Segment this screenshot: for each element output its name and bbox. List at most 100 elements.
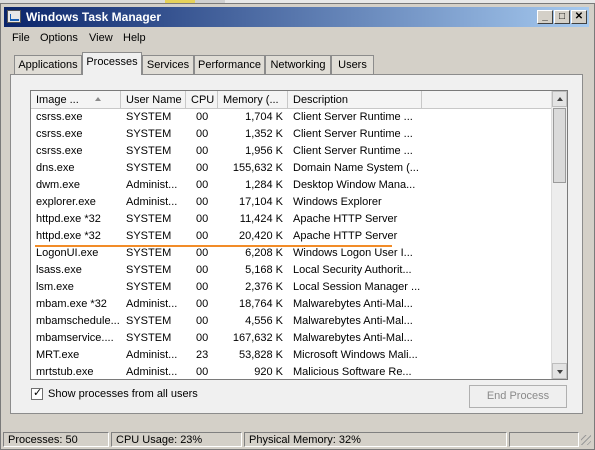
highlight-underline	[35, 245, 392, 247]
table-row[interactable]: dwm.exe Administ... 00 1,284 K Desktop Windo…	[31, 177, 551, 194]
cell-description: Domain Name System (...	[293, 162, 419, 174]
resize-grip-icon[interactable]	[581, 435, 591, 445]
column-image-name[interactable]: Image ...	[31, 91, 121, 108]
sort-ascending-icon	[95, 97, 101, 101]
cell-image-name: mrtstub.exe	[36, 366, 94, 378]
show-all-users-label[interactable]: Show processes from all users	[48, 388, 198, 400]
table-row[interactable]: dns.exe SYSTEM 00 155,632 K Domain Name Syst…	[31, 160, 551, 177]
cell-memory: 167,632 K	[232, 332, 283, 344]
table-row[interactable]: mrtstub.exe Administ... 00 920 K Malicious S…	[31, 364, 551, 379]
cell-description: Apache HTTP Server	[293, 230, 398, 242]
cell-user-name: SYSTEM	[126, 162, 172, 174]
menu-view[interactable]: View	[89, 32, 113, 44]
tab-users[interactable]: Users	[331, 55, 374, 74]
column-cpu[interactable]: CPU	[186, 91, 218, 108]
table-row[interactable]: mbamservice.... SYSTEM 00 167,632 K Malwareb…	[31, 330, 551, 347]
menu-help[interactable]: Help	[123, 32, 146, 44]
table-row[interactable]: httpd.exe *32 SYSTEM 00 11,424 K Apache HTTP…	[31, 211, 551, 228]
status-bar: Processes: 50 CPU Usage: 23% Physical Me…	[3, 432, 592, 447]
cell-cpu: 00	[196, 298, 209, 310]
table-row[interactable]: MRT.exe Administ... 23 53,828 K Microsoft Wi…	[31, 347, 551, 364]
column-user-name[interactable]: User Name	[121, 91, 186, 108]
menu-options[interactable]: Options	[40, 32, 78, 44]
cell-user-name: SYSTEM	[126, 230, 172, 242]
cell-user-name: SYSTEM	[126, 264, 172, 276]
cell-cpu: 00	[196, 230, 209, 242]
table-row[interactable]: lsm.exe SYSTEM 00 2,376 K Local Session Mana…	[31, 279, 551, 296]
cell-cpu: 00	[196, 179, 209, 191]
vertical-scrollbar[interactable]	[551, 91, 567, 379]
status-empty-pane	[509, 432, 579, 447]
tab-services[interactable]: Services	[142, 55, 194, 74]
scroll-thumb[interactable]	[553, 108, 566, 183]
title-bar[interactable]: Windows Task Manager _ □ ✕	[4, 7, 589, 27]
cell-user-name: Administ...	[126, 298, 178, 310]
cell-image-name: mbam.exe *32	[36, 298, 107, 310]
cell-user-name: SYSTEM	[126, 315, 172, 327]
cell-description: Windows Explorer	[293, 196, 382, 208]
status-processes: Processes: 50	[3, 432, 109, 447]
scroll-up-button[interactable]	[552, 91, 567, 107]
cell-user-name: Administ...	[126, 366, 178, 378]
end-process-button[interactable]: End Process	[469, 385, 567, 408]
cell-memory: 4,556 K	[245, 315, 283, 327]
table-row[interactable]: csrss.exe SYSTEM 00 1,956 K Client Server Ru…	[31, 143, 551, 160]
cell-memory: 1,352 K	[245, 128, 283, 140]
cell-description: Apache HTTP Server	[293, 213, 398, 225]
show-all-users-checkbox[interactable]	[31, 386, 43, 400]
table-row[interactable]: mbamschedule... SYSTEM 00 4,556 K Malwarebyt…	[31, 313, 551, 330]
cell-memory: 5,168 K	[245, 264, 283, 276]
table-row[interactable]: httpd.exe *32 SYSTEM 00 20,420 K Apache HTTP…	[31, 228, 551, 245]
menu-file[interactable]: File	[12, 32, 30, 44]
cell-description: Desktop Window Mana...	[293, 179, 416, 191]
cell-memory: 17,104 K	[238, 196, 283, 208]
process-list[interactable]: Image ... User Name CPU Memory (... Desc…	[30, 90, 568, 380]
cell-description: Malwarebytes Anti-Mal...	[293, 298, 413, 310]
column-memory[interactable]: Memory (...	[218, 91, 288, 108]
task-manager-icon	[7, 10, 21, 23]
tab-networking[interactable]: Networking	[265, 55, 331, 74]
close-button[interactable]: ✕	[571, 10, 587, 24]
cell-image-name: csrss.exe	[36, 128, 83, 140]
cell-description: Malwarebytes Anti-Mal...	[293, 332, 413, 344]
cell-image-name: LogonUI.exe	[36, 247, 99, 259]
cell-cpu: 23	[196, 349, 209, 361]
tab-processes[interactable]: Processes	[82, 52, 142, 75]
table-row[interactable]: csrss.exe SYSTEM 00 1,352 K Client Server Ru…	[31, 126, 551, 143]
status-cpu-usage: CPU Usage: 23%	[111, 432, 242, 447]
table-row[interactable]: csrss.exe SYSTEM 00 1,704 K Client Server Ru…	[31, 109, 551, 126]
cell-user-name: SYSTEM	[126, 145, 172, 157]
cell-image-name: csrss.exe	[36, 145, 83, 157]
cell-image-name: explorer.exe	[36, 196, 96, 208]
scroll-down-button[interactable]	[552, 363, 567, 379]
table-row[interactable]: lsass.exe SYSTEM 00 5,168 K Local Security A…	[31, 262, 551, 279]
cell-memory: 20,420 K	[238, 230, 283, 242]
cell-cpu: 00	[196, 213, 209, 225]
minimize-button[interactable]: _	[537, 10, 553, 24]
cell-image-name: csrss.exe	[36, 111, 83, 123]
tab-performance[interactable]: Performance	[194, 55, 265, 74]
cell-description: Malwarebytes Anti-Mal...	[293, 315, 413, 327]
column-description[interactable]: Description	[288, 91, 422, 108]
cell-cpu: 00	[196, 196, 209, 208]
cell-image-name: lsass.exe	[36, 264, 82, 276]
table-row[interactable]: LogonUI.exe SYSTEM 00 6,208 K Windows Logon …	[31, 245, 551, 262]
column-header-row: Image ... User Name CPU Memory (... Desc…	[31, 91, 567, 109]
cell-image-name: httpd.exe *32	[36, 230, 101, 242]
window-title: Windows Task Manager	[26, 10, 162, 24]
cell-memory: 53,828 K	[238, 349, 283, 361]
tab-applications[interactable]: Applications	[14, 55, 82, 74]
table-row[interactable]: mbam.exe *32 Administ... 00 18,764 K Malware…	[31, 296, 551, 313]
cell-description: Local Session Manager ...	[293, 281, 421, 293]
menu-bar: File Options View Help	[4, 28, 589, 48]
cell-cpu: 00	[196, 366, 209, 378]
up-arrow-icon	[557, 97, 563, 101]
cell-memory: 1,704 K	[245, 111, 283, 123]
maximize-button[interactable]: □	[554, 10, 570, 24]
table-row[interactable]: explorer.exe Administ... 00 17,104 K Windows…	[31, 194, 551, 211]
cell-cpu: 00	[196, 128, 209, 140]
cell-user-name: Administ...	[126, 196, 178, 208]
cell-description: Windows Logon User I...	[293, 247, 413, 259]
cell-user-name: SYSTEM	[126, 281, 172, 293]
cell-memory: 155,632 K	[232, 162, 283, 174]
